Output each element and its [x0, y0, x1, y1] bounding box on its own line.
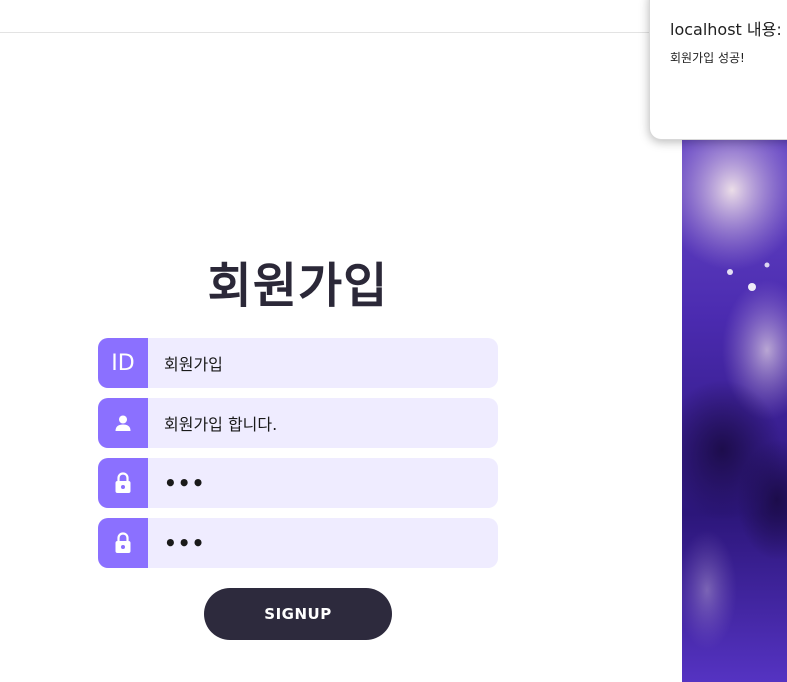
password-prefix — [98, 458, 148, 508]
user-icon — [115, 415, 131, 431]
lock-icon — [115, 532, 131, 553]
id-input[interactable] — [148, 338, 478, 388]
name-prefix — [98, 398, 148, 448]
alert-dialog: localhost 내용: 회원가입 성공! — [649, 0, 787, 140]
alert-title: localhost 내용: — [670, 20, 782, 39]
id-field: ID — [98, 338, 498, 388]
page-title: 회원가입 — [207, 258, 389, 314]
password-confirm-input[interactable] — [148, 518, 478, 568]
alert-message: 회원가입 성공! — [670, 51, 745, 65]
id-prefix-label: ID — [111, 350, 135, 376]
password-input[interactable] — [148, 458, 478, 508]
lock-icon — [115, 472, 131, 493]
name-field — [98, 398, 498, 448]
name-input[interactable] — [148, 398, 478, 448]
password-field — [98, 458, 498, 508]
id-prefix: ID — [98, 338, 148, 388]
password-confirm-prefix — [98, 518, 148, 568]
password-confirm-field — [98, 518, 498, 568]
signup-button[interactable]: SIGNUP — [204, 588, 392, 640]
decorative-image — [682, 120, 787, 682]
